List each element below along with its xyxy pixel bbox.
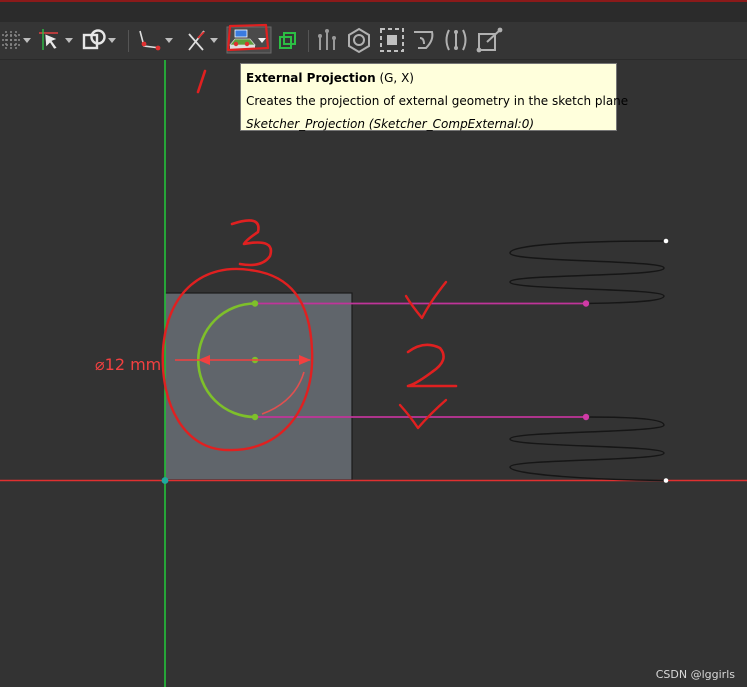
projection-end-point[interactable] <box>582 300 590 307</box>
annotation-check-lower <box>398 398 448 430</box>
annotation-mark-2 <box>406 343 458 388</box>
annotation-mark-1 <box>196 69 207 94</box>
tooltip-external-projection: External Projection (G, X) Creates the p… <box>240 63 629 131</box>
annotation-mark-3 <box>230 219 273 267</box>
arc-end-point[interactable] <box>251 413 259 421</box>
projection-end-point[interactable] <box>582 413 590 421</box>
body-face[interactable] <box>164 292 353 481</box>
tooltip-description: Creates the projection of external geome… <box>246 94 629 108</box>
spring-upper[interactable] <box>509 240 667 305</box>
spring-end-point[interactable] <box>663 238 669 244</box>
tooltip-shortcut: (G, X) <box>379 71 414 85</box>
arc-end-point[interactable] <box>251 300 259 307</box>
tooltip-command: Sketcher_Projection (Sketcher_CompExtern… <box>246 117 535 131</box>
highlight-box <box>226 23 270 52</box>
tooltip-title: External Projection <box>246 71 376 85</box>
spring-lower[interactable] <box>509 416 667 482</box>
watermark: CSDN @lggirls <box>655 668 735 681</box>
diameter-dimension-label[interactable]: ⌀12 mm <box>95 355 161 374</box>
annotation-check-upper <box>404 280 448 320</box>
origin-point[interactable] <box>161 477 169 484</box>
spring-end-point[interactable] <box>663 478 669 483</box>
freecad-sketcher-window: ⌀12 mm External Projection (G, X) Create… <box>0 0 747 687</box>
